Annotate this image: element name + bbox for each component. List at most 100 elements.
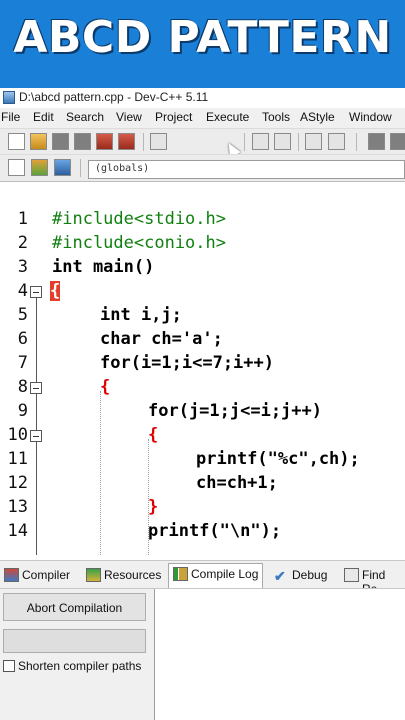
print-icon[interactable] <box>150 133 167 150</box>
code-text: } <box>148 497 159 517</box>
find-results-icon <box>344 568 359 582</box>
code-editor[interactable]: 1 #include<stdio.h> 2 #include<conio.h> … <box>0 183 405 555</box>
tab-label: Debug <box>292 568 328 582</box>
line-number: 13 <box>7 497 28 517</box>
line-number: 2 <box>17 233 28 253</box>
menu-search[interactable]: Search <box>66 110 104 124</box>
new-project-icon[interactable] <box>8 159 25 176</box>
debug-check-icon: ✔ <box>274 568 286 584</box>
secondary-toolbar: (globals) <box>0 154 405 182</box>
line-number: 4 <box>17 281 28 301</box>
window-title: D:\abcd pattern.cpp - Dev-C++ 5.11 <box>19 90 209 104</box>
line-number: 5 <box>17 305 28 325</box>
code-line: 12 ch=ch+1; <box>0 473 405 497</box>
menu-astyle[interactable]: AStyle <box>300 110 335 124</box>
code-line: 8 { <box>0 377 405 401</box>
code-text: int main() <box>52 257 155 277</box>
shorten-paths-checkbox[interactable] <box>3 660 15 672</box>
code-line: 5 int i,j; <box>0 305 405 329</box>
back-arrow-icon[interactable] <box>368 133 385 150</box>
code-line: 7 for(i=1;i<=7;i++) <box>0 353 405 377</box>
code-line: 1 #include<stdio.h> <box>0 209 405 233</box>
code-text: ch=ch+1; <box>196 473 278 493</box>
tab-debug[interactable]: ✔ Debug <box>270 565 331 587</box>
code-line: 14 printf("\n"); <box>0 521 405 545</box>
save-all-icon[interactable] <box>74 133 91 150</box>
code-text: { <box>148 425 159 445</box>
menu-execute[interactable]: Execute <box>206 110 249 124</box>
code-line: 3 int main() <box>0 257 405 281</box>
code-text: for(i=1;i<=7;i++) <box>100 353 274 373</box>
abort-compilation-button[interactable]: Abort Compilation <box>3 593 146 621</box>
banner: ABCD PATTERN <box>0 0 405 88</box>
code-line: 11 printf("%c",ch); <box>0 449 405 473</box>
menu-view[interactable]: View <box>116 110 142 124</box>
close-all-icon[interactable] <box>118 133 135 150</box>
line-number: 9 <box>17 401 28 421</box>
tab-label: Resources <box>104 568 162 582</box>
window-titlebar: D:\abcd pattern.cpp - Dev-C++ 5.11 <box>0 88 405 108</box>
project-options-icon[interactable] <box>54 159 71 176</box>
compile-log-panel: Abort Compilation Shorten compiler paths <box>0 588 405 720</box>
fold-toggle-icon[interactable] <box>30 382 42 394</box>
code-text: printf("\n"); <box>148 521 282 541</box>
code-text: for(j=1;j<=i;j++) <box>148 401 322 421</box>
code-line: 4 { <box>0 281 405 305</box>
code-text: { <box>50 281 61 301</box>
code-text: int i,j; <box>100 305 182 325</box>
line-number: 1 <box>17 209 28 229</box>
menu-edit[interactable]: Edit <box>33 110 54 124</box>
line-number: 3 <box>17 257 28 277</box>
code-line: 6 char ch='a'; <box>0 329 405 353</box>
menu-project[interactable]: Project <box>155 110 192 124</box>
compile-log-output[interactable] <box>154 589 405 720</box>
code-text: char ch='a'; <box>100 329 223 349</box>
toolbar-separator <box>80 159 81 177</box>
shorten-paths-label: Shorten compiler paths <box>18 659 142 673</box>
compile-log-chart-icon <box>173 567 188 581</box>
code-line: 9 for(j=1;j<=i;j++) <box>0 401 405 425</box>
find-icon[interactable] <box>252 133 269 150</box>
forward-arrow-icon[interactable] <box>390 133 405 150</box>
menu-window[interactable]: Window <box>349 110 392 124</box>
main-toolbar <box>0 128 405 154</box>
tab-compiler[interactable]: Compiler <box>0 565 74 587</box>
close-file-icon[interactable] <box>96 133 113 150</box>
tab-compile-log[interactable]: Compile Log <box>168 563 264 589</box>
code-text: #include<conio.h> <box>52 233 226 253</box>
line-number: 7 <box>17 353 28 373</box>
tab-label: Compiler <box>22 568 71 582</box>
unindent-icon[interactable] <box>328 133 345 150</box>
new-file-icon[interactable] <box>8 133 25 150</box>
toolbar-separator <box>244 133 245 151</box>
code-line: 2 #include<conio.h> <box>0 233 405 257</box>
fold-toggle-icon[interactable] <box>30 430 42 442</box>
tab-resources[interactable]: Resources <box>82 565 165 587</box>
shorten-paths-option[interactable]: Shorten compiler paths <box>3 659 141 673</box>
toolbar-separator <box>298 133 299 151</box>
line-number: 8 <box>17 377 28 397</box>
code-text: printf("%c",ch); <box>196 449 360 469</box>
devcpp-app-icon <box>3 91 15 104</box>
compile-progress-bar <box>3 629 146 653</box>
code-line: 13 } <box>0 497 405 521</box>
code-line: 10 { <box>0 425 405 449</box>
open-file-icon[interactable] <box>30 133 47 150</box>
save-icon[interactable] <box>52 133 69 150</box>
fold-toggle-icon[interactable] <box>30 286 42 298</box>
replace-icon[interactable] <box>274 133 291 150</box>
line-number: 10 <box>7 425 28 445</box>
tab-find-results[interactable]: Find Re <box>340 565 405 596</box>
menu-tools[interactable]: Tools <box>262 110 290 124</box>
line-number: 14 <box>7 521 28 541</box>
code-text: { <box>100 377 111 397</box>
menu-bar: File Edit Search View Project Execute To… <box>0 108 405 128</box>
line-number: 11 <box>7 449 28 469</box>
banner-title: ABCD PATTERN <box>13 12 392 63</box>
menu-file[interactable]: File <box>1 110 20 124</box>
scope-selector[interactable]: (globals) <box>88 160 405 179</box>
open-project-icon[interactable] <box>31 159 48 176</box>
indent-icon[interactable] <box>305 133 322 150</box>
code-text: #include<stdio.h> <box>52 209 226 229</box>
toolbar-separator <box>143 133 144 151</box>
